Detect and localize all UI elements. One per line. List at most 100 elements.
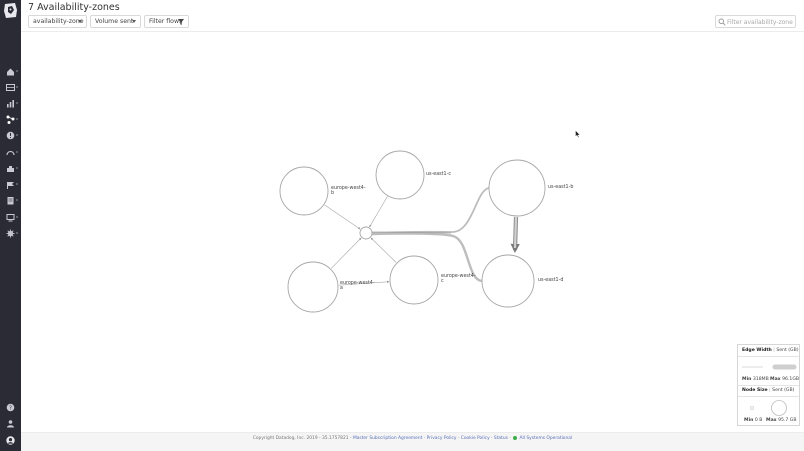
node-label: europe-west4- (441, 273, 476, 279)
dashboard-icon (7, 99, 14, 107)
node-label: europe-west4- (340, 280, 375, 286)
status-link[interactable]: Status (494, 436, 508, 441)
footer: Copyright Datadog, Inc. 2019 - 35.175782… (21, 432, 804, 451)
sidebar-item-logs[interactable] (0, 193, 21, 207)
mouse-cursor-icon (575, 130, 581, 138)
sidebar-item-security[interactable] (0, 128, 21, 142)
graph-node[interactable]: us-east1-b (488, 159, 573, 217)
network-icon (6, 115, 15, 124)
main-area: 7 Availability-zones availability-zone V… (21, 0, 804, 451)
edge-europe-west4-a-to-hub (330, 237, 362, 269)
node-min-label: Min (744, 418, 754, 423)
edge-width-legend-title: Edge Width | Sent (GB) (742, 348, 799, 353)
expand-indicator (16, 216, 18, 218)
node-label: us-east1-c (426, 171, 451, 177)
footer-separator: · (509, 436, 511, 441)
graph-node[interactable]: us-east1-c (375, 150, 451, 200)
edge-width-scale (742, 364, 797, 370)
sidebar-item-integrations[interactable] (0, 161, 21, 175)
help-icon: ? (6, 403, 15, 411)
node-circle-us-east1-c (375, 150, 425, 200)
user-icon (6, 435, 15, 445)
sidebar-item-network[interactable] (0, 112, 21, 126)
node-label: b (331, 190, 334, 196)
sidebar-item-dashboard[interactable] (0, 96, 21, 110)
integrations-icon (7, 165, 14, 172)
node-circle-hub (359, 226, 373, 240)
edge-europe-west4-c-to-hub (370, 237, 397, 263)
expand-indicator (16, 167, 18, 169)
node-label: us-east1-d (538, 277, 563, 283)
sidebar-item-home[interactable] (0, 64, 21, 78)
node-min-value: 0 B (754, 418, 763, 423)
sidebar-item-settings[interactable] (0, 226, 21, 240)
sidebar-item-monitor[interactable] (0, 80, 21, 94)
node-label: europe-west4- (331, 185, 366, 191)
monitor-icon (6, 83, 15, 91)
node-circle-us-east1-d (481, 254, 535, 308)
expand-indicator (16, 232, 18, 234)
graph-node[interactable]: europe-west4-a (287, 261, 375, 313)
sidebar: ? (0, 0, 21, 451)
node-size-legend-title: Node Size | Sent (GB) (742, 388, 795, 393)
datadog-logo-icon[interactable] (2, 2, 19, 19)
node-circle-europe-west4-a (287, 261, 339, 313)
node-min: Min 0 B (744, 418, 762, 423)
sidebar-item-notebooks[interactable] (0, 210, 21, 224)
graph-node[interactable] (359, 226, 373, 240)
node-max-value: 95.7 GB (778, 418, 797, 423)
edge-europe-west4-b-to-hub (324, 204, 361, 230)
sidebar-item-user[interactable] (0, 433, 21, 447)
team-icon (7, 419, 14, 427)
apm-icon (6, 150, 15, 155)
sidebar-item-synthetics[interactable] (0, 177, 21, 191)
expand-indicator (16, 151, 18, 153)
node-size-title: Node Size (742, 388, 768, 393)
privacy-policy-link[interactable]: Privacy Policy (427, 436, 457, 441)
footer-separator: · (491, 436, 493, 441)
node-size-scale (749, 400, 787, 416)
sidebar-item-help[interactable]: ? (0, 400, 21, 414)
msa-link[interactable]: Master Subscription Agreement (353, 436, 422, 441)
edge-width-title: Edge Width (742, 348, 772, 353)
legend-divider (738, 396, 799, 397)
expand-indicator (16, 134, 18, 136)
edge-width-unit: Sent (GB) (776, 348, 799, 353)
graph-node[interactable]: europe-west4-b (279, 166, 366, 216)
network-graph: europe-west4-bus-east1-cus-east1-beurope… (279, 150, 573, 313)
security-icon (6, 131, 15, 139)
expand-indicator (16, 118, 18, 120)
graph-node[interactable]: europe-west4-c (389, 255, 476, 305)
node-max: Max 95.7 GB (766, 418, 797, 423)
cookie-policy-link[interactable]: Cookie Policy (461, 436, 490, 441)
node-circle-europe-west4-c (389, 255, 439, 305)
footer-separator: · (423, 436, 426, 441)
svg-text:?: ? (9, 405, 12, 411)
sidebar-item-team[interactable] (0, 416, 21, 430)
notebooks-icon (6, 213, 15, 221)
node-max-label: Max (766, 418, 777, 423)
edge-min-label: Min (742, 377, 752, 382)
sidebar-item-apm[interactable] (0, 145, 21, 159)
node-circle-europe-west4-b (279, 166, 329, 216)
edge-max-label: Max (770, 377, 781, 382)
node-label: a (340, 286, 343, 291)
node-size-unit: Sent (GB) (772, 388, 795, 393)
all-systems-operational-link[interactable]: All Systems Operational (520, 436, 573, 441)
expand-indicator (16, 86, 18, 88)
expand-indicator (16, 199, 18, 201)
logs-icon (7, 196, 14, 204)
copyright-text: Copyright Datadog, Inc. 2019 - 35.175782… (252, 436, 352, 441)
edge-us-east1-b-to-us-east1-d-inner (513, 216, 518, 249)
status-ok-icon (513, 435, 518, 440)
legend-divider (738, 356, 799, 357)
edge-us-east1-c-to-hub (369, 196, 388, 228)
graph-node[interactable]: us-east1-d (481, 254, 563, 308)
expand-indicator (16, 70, 18, 72)
legend-panel: Edge Width | Sent (GB) Min 318MB Max 96.… (737, 344, 800, 426)
legend-divider (738, 385, 799, 386)
edge-min-value: 318MB (752, 377, 769, 382)
node-label: c (441, 279, 444, 284)
synthetics-icon (7, 181, 14, 189)
expand-indicator (16, 102, 18, 104)
